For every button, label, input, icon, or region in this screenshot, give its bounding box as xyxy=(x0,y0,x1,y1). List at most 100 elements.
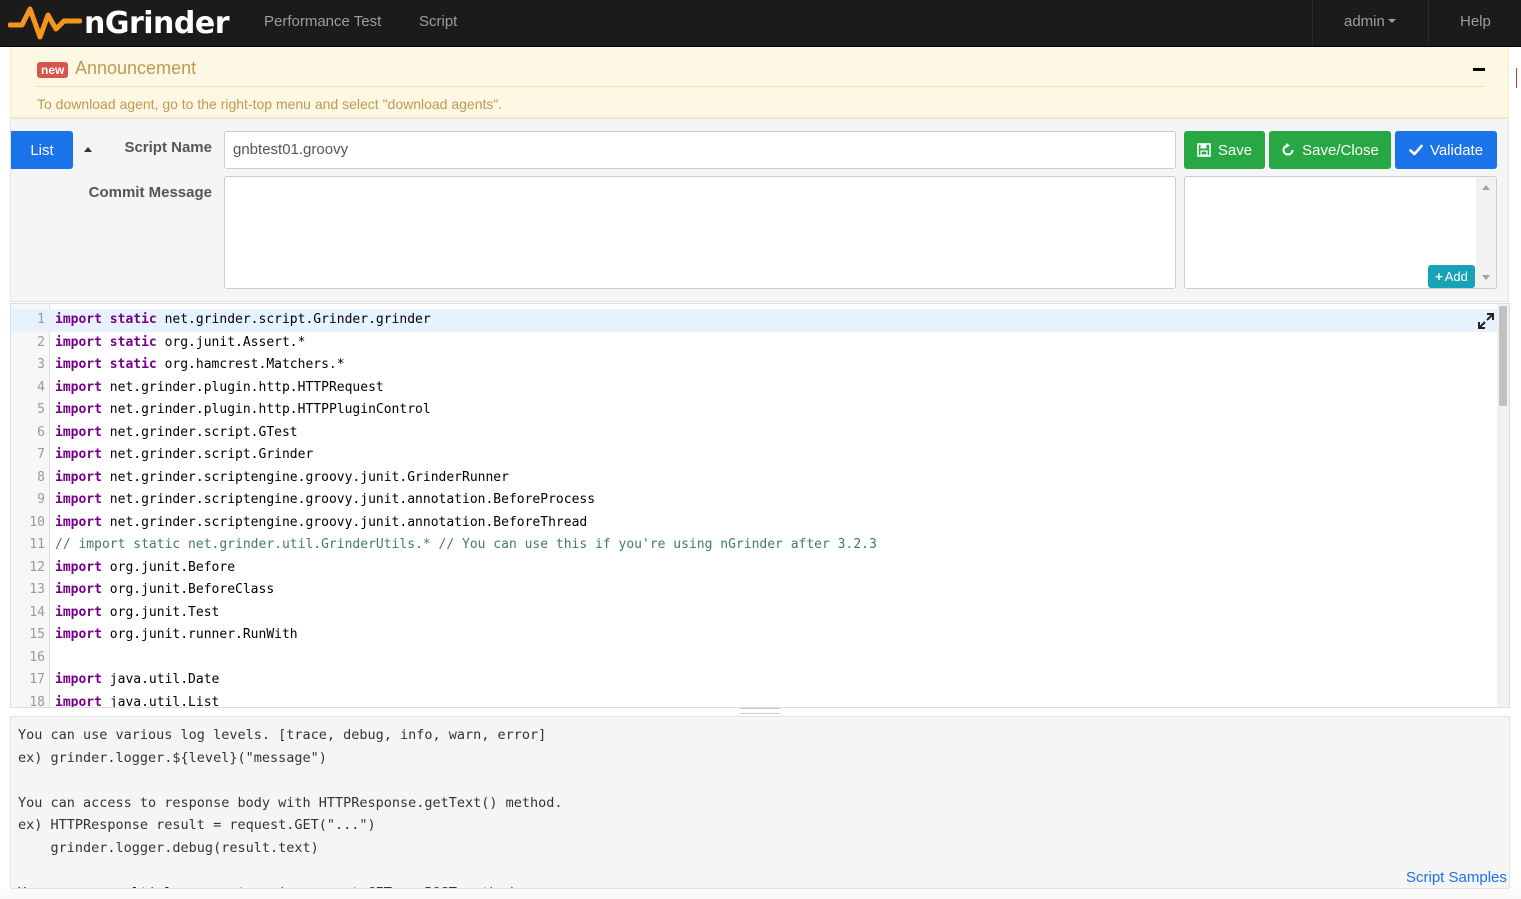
validate-button[interactable]: Validate xyxy=(1395,131,1497,169)
code-line[interactable]: 4 import net.grinder.plugin.http.HTTPRequ… xyxy=(11,377,1499,400)
code-identifier: java.util.List xyxy=(101,694,220,708)
check-icon xyxy=(1409,144,1423,156)
code-line[interactable]: 8 import net.grinder.scriptengine.groovy.… xyxy=(11,467,1499,490)
code-identifier: java.util.Date xyxy=(101,672,220,687)
code-text: import java.util.Date xyxy=(55,669,219,692)
fullscreen-expand-icon[interactable] xyxy=(1477,312,1495,330)
code-line[interactable]: 13 import org.junit.BeforeClass xyxy=(11,579,1499,602)
edge-marker xyxy=(1516,68,1520,88)
editor-scroll-thumb[interactable] xyxy=(1499,306,1507,406)
save-button[interactable]: Save xyxy=(1184,131,1265,169)
code-line[interactable]: 15 import org.junit.runner.RunWith xyxy=(11,624,1499,647)
line-number: 11 xyxy=(29,537,45,552)
code-text: import org.junit.Before xyxy=(55,557,235,580)
code-keyword: import xyxy=(55,627,102,642)
line-number: 10 xyxy=(29,514,45,530)
line-number: 8 xyxy=(37,469,45,485)
target-host-list[interactable]: + Add xyxy=(1184,176,1497,289)
code-text: import org.junit.Test xyxy=(55,602,219,625)
code-editor[interactable]: 1 import static net.grinder.script.Grinde… xyxy=(10,303,1510,708)
brand-logo[interactable]: nGrinder xyxy=(8,2,230,44)
code-line[interactable]: 18 import java.util.List xyxy=(11,692,1499,708)
commit-message-textarea[interactable] xyxy=(224,176,1176,289)
validate-label: Validate xyxy=(1429,141,1484,159)
new-badge: new xyxy=(37,62,69,78)
code-identifier: org.hamcrest.Matchers.* xyxy=(156,357,345,372)
code-keyword: import static xyxy=(55,334,157,350)
code-keyword: import xyxy=(55,424,102,440)
code-identifier: net.grinder.scriptengine.groovy.junit.Gr… xyxy=(101,469,509,485)
scroll-up-icon[interactable] xyxy=(1482,185,1490,190)
collapse-minus-icon[interactable] xyxy=(1473,68,1485,71)
code-text: import org.junit.BeforeClass xyxy=(55,579,274,602)
plus-icon: + xyxy=(1435,269,1443,284)
line-number: 9 xyxy=(37,492,45,507)
line-number: 3 xyxy=(37,357,45,372)
code-line[interactable]: 11 // import static net.grinder.util.Grin… xyxy=(11,534,1499,557)
code-text: import static org.junit.Assert.* xyxy=(55,332,305,355)
code-text: import net.grinder.scriptengine.groovy.j… xyxy=(55,489,595,512)
code-text: import net.grinder.scriptengine.groovy.j… xyxy=(55,512,587,535)
code-keyword: import xyxy=(55,492,102,507)
code-identifier: net.grinder.scriptengine.groovy.junit.an… xyxy=(101,514,588,530)
announcement-title: Announcement xyxy=(75,58,197,78)
nav-help[interactable]: Help xyxy=(1460,0,1491,45)
code-text: import static org.hamcrest.Matchers.* xyxy=(55,354,345,377)
code-text: import java.util.List xyxy=(55,692,220,708)
line-number: 14 xyxy=(29,604,45,620)
save-close-button[interactable]: Save/Close xyxy=(1269,131,1391,169)
code-line[interactable]: 16 xyxy=(11,647,1499,670)
scroll-down-icon[interactable] xyxy=(1482,275,1490,280)
add-host-button[interactable]: + Add xyxy=(1428,265,1475,288)
code-comment: // import static net.grinder.util.Grinde… xyxy=(55,537,877,552)
code-lines[interactable]: 1 import static net.grinder.script.Grinde… xyxy=(11,309,1499,708)
nav-script[interactable]: Script xyxy=(419,0,457,45)
code-identifier: net.grinder.script.Grinder xyxy=(101,447,314,462)
target-host-scrollbar[interactable] xyxy=(1476,177,1496,288)
line-number: 16 xyxy=(29,649,45,665)
code-keyword: import static xyxy=(55,357,157,372)
code-keyword: import xyxy=(55,559,102,575)
resize-handle[interactable] xyxy=(740,708,780,714)
code-text: import net.grinder.plugin.http.HTTPPlugi… xyxy=(55,399,431,422)
code-identifier: net.grinder.script.GTest xyxy=(101,424,298,440)
code-line[interactable]: 6 import net.grinder.script.GTest xyxy=(11,422,1499,445)
code-keyword: import xyxy=(55,604,102,620)
commit-message-label: Commit Message xyxy=(88,184,212,201)
code-identifier: net.grinder.plugin.http.HTTPPluginContro… xyxy=(101,402,431,417)
line-number: 15 xyxy=(29,627,45,642)
editor-scrollbar[interactable] xyxy=(1497,304,1509,707)
samples-text: You can use various log levels. [trace, … xyxy=(18,727,563,888)
announcement-panel: new Announcement To download agent, go t… xyxy=(10,47,1509,118)
code-line[interactable]: 5 import net.grinder.plugin.http.HTTPPlug… xyxy=(11,399,1499,422)
divider xyxy=(35,86,1485,87)
code-keyword: import static xyxy=(55,312,157,327)
nav-performance-test[interactable]: Performance Test xyxy=(264,0,381,45)
code-text: // import static net.grinder.util.Grinde… xyxy=(55,534,877,557)
code-identifier: net.grinder.script.Grinder.grinder xyxy=(156,312,431,327)
code-identifier: org.junit.runner.RunWith xyxy=(101,627,298,642)
page-footer xyxy=(0,889,1521,899)
code-line[interactable]: 7 import net.grinder.script.Grinder xyxy=(11,444,1499,467)
brand-name: nGrinder xyxy=(84,5,230,41)
code-line[interactable]: 14 import org.junit.Test xyxy=(11,602,1499,625)
user-name: admin xyxy=(1344,13,1385,30)
line-number: 18 xyxy=(29,694,45,708)
code-line[interactable]: 9 import net.grinder.scriptengine.groovy.… xyxy=(11,489,1499,512)
line-number: 4 xyxy=(37,379,45,395)
code-line[interactable]: 1 import static net.grinder.script.Grinde… xyxy=(11,309,1499,332)
line-number: 13 xyxy=(29,582,45,597)
code-identifier: net.grinder.plugin.http.HTTPRequest xyxy=(101,379,384,395)
code-line[interactable]: 10 import net.grinder.scriptengine.groovy… xyxy=(11,512,1499,535)
script-name-input[interactable]: gnbtest01.groovy xyxy=(224,131,1176,169)
code-line[interactable]: 17 import java.util.Date xyxy=(11,669,1499,692)
code-text: import net.grinder.plugin.http.HTTPReque… xyxy=(55,377,384,400)
script-samples-link[interactable]: Script Samples xyxy=(1406,869,1507,886)
line-number: 17 xyxy=(29,672,45,687)
chevron-down-icon xyxy=(1387,18,1396,23)
code-line[interactable]: 2 import static org.junit.Assert.* xyxy=(11,332,1499,355)
code-line[interactable]: 12 import org.junit.Before xyxy=(11,557,1499,580)
user-menu[interactable]: admin xyxy=(1344,0,1396,45)
list-button[interactable]: List xyxy=(11,131,73,169)
code-line[interactable]: 3 import static org.hamcrest.Matchers.* xyxy=(11,354,1499,377)
